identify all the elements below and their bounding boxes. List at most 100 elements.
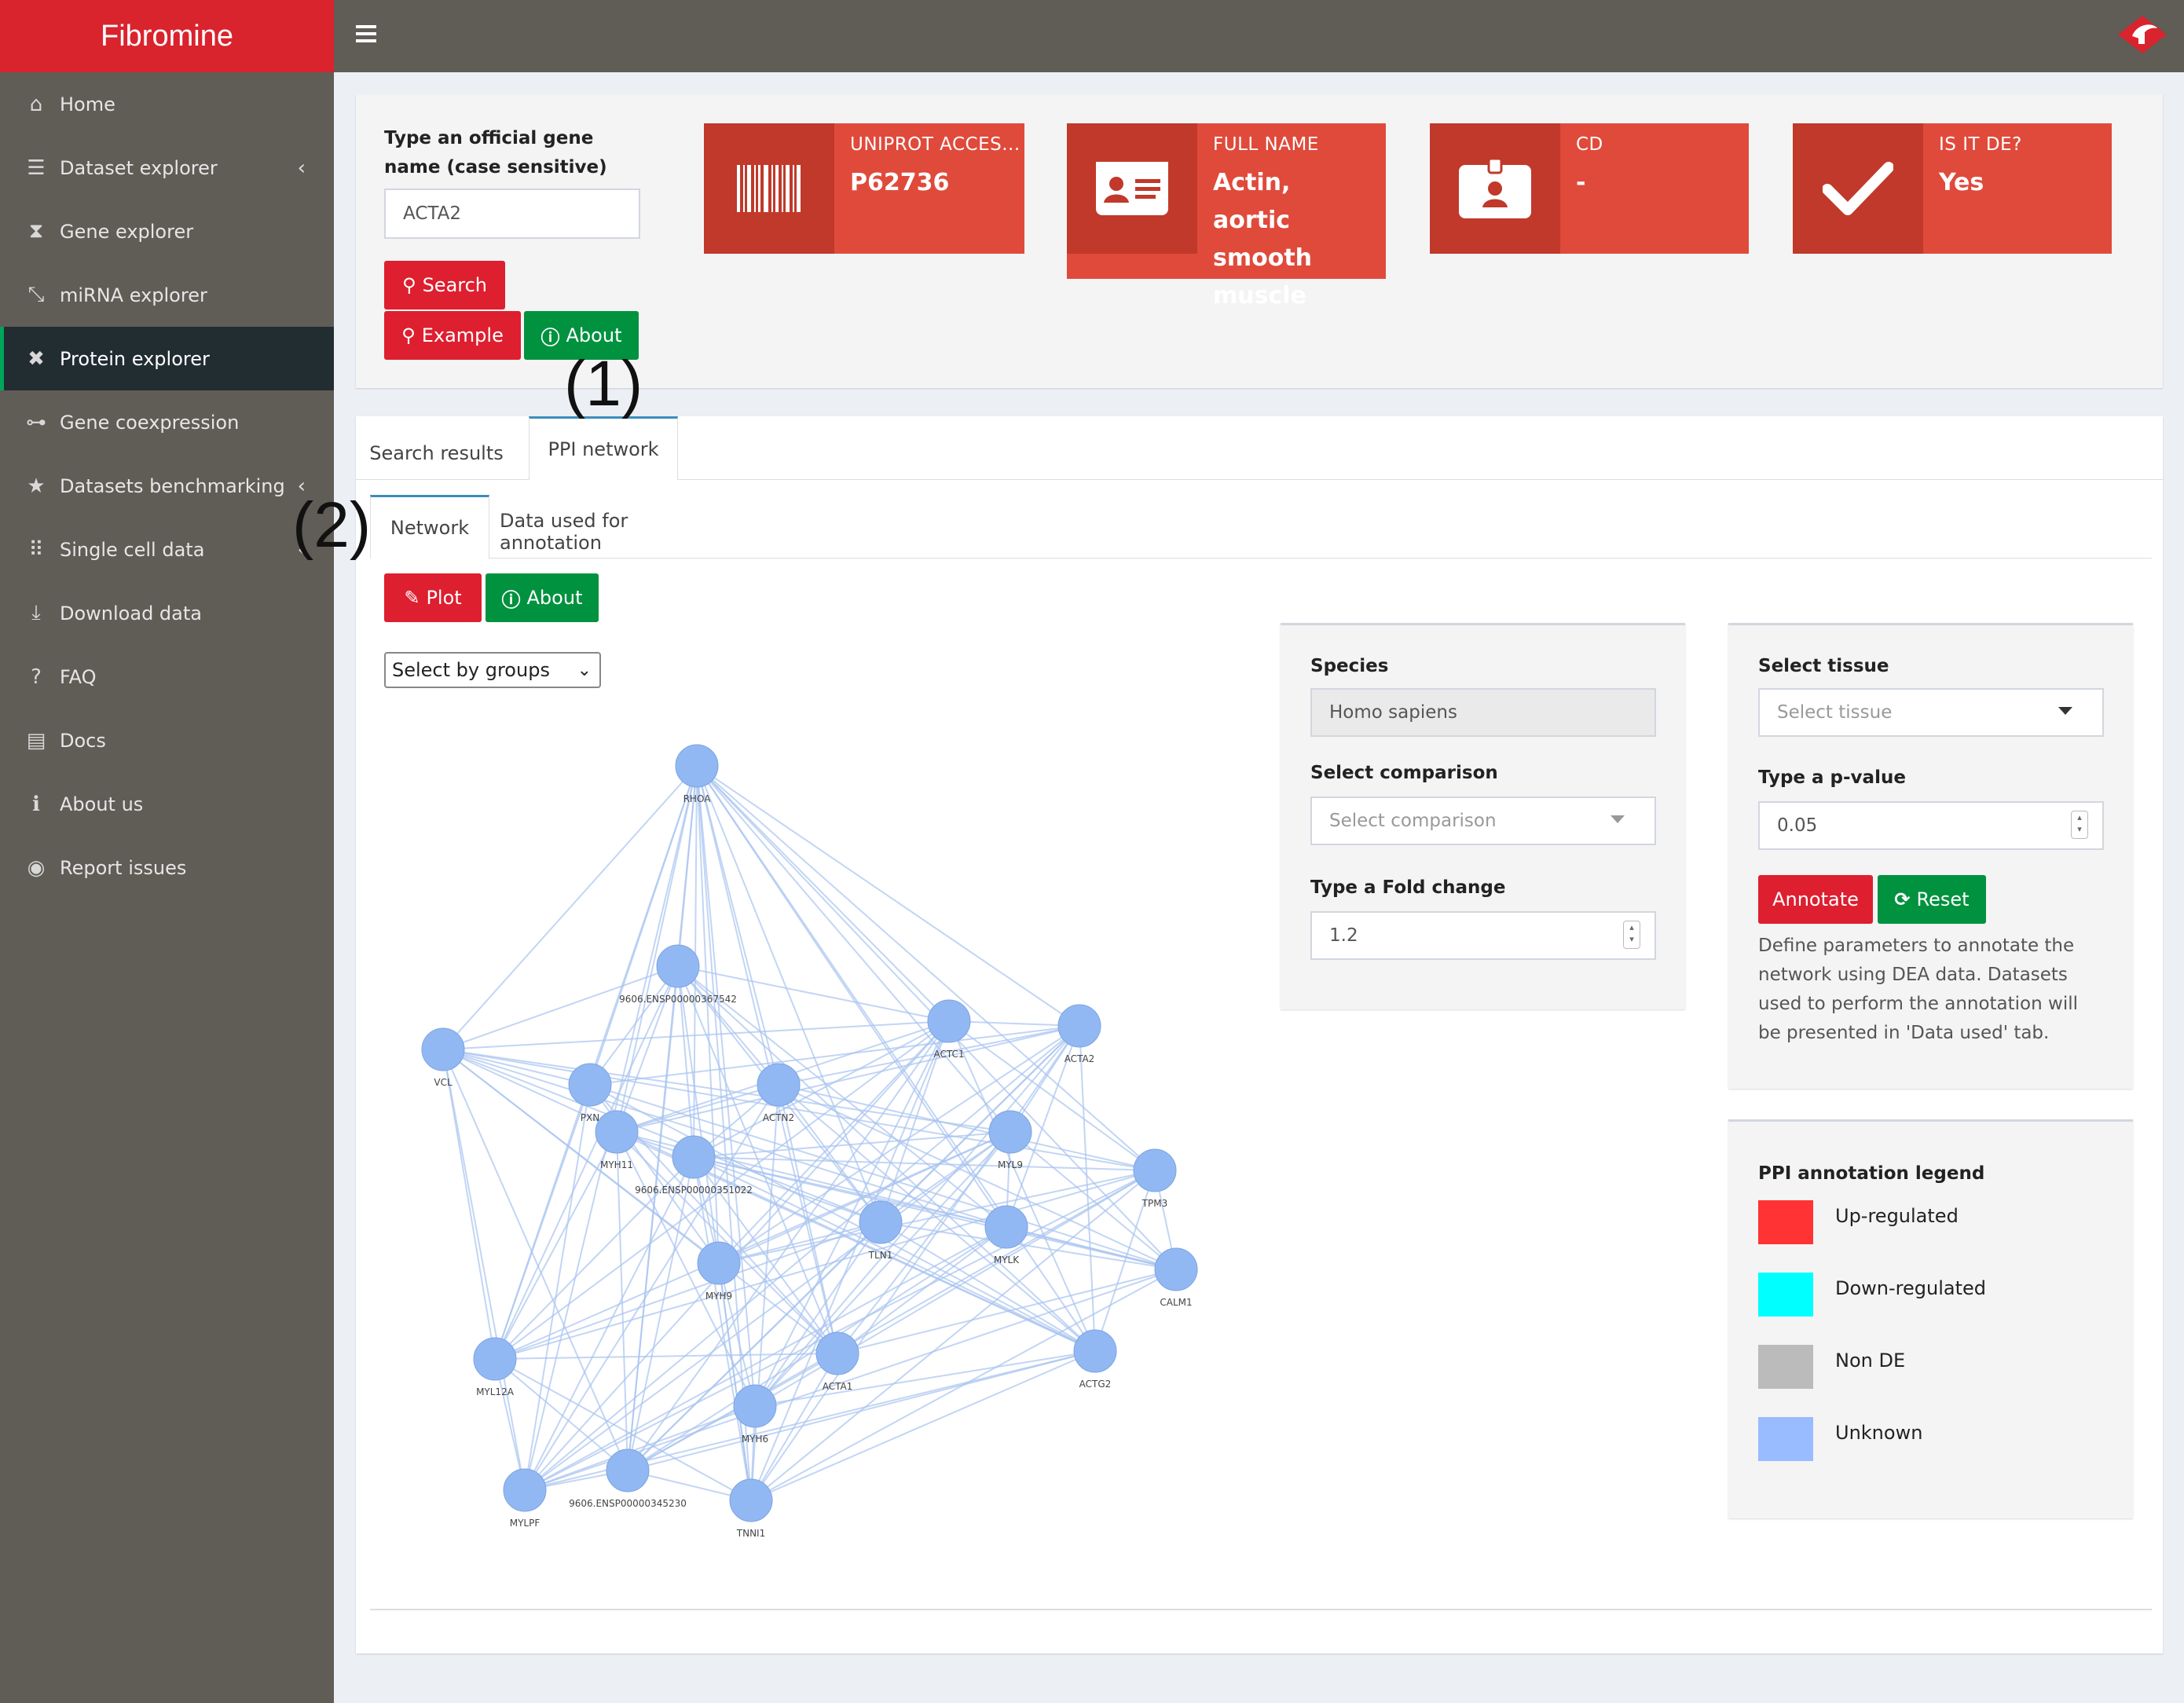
annotation-parameter-panel: Select tissue Select tissue Type a p-val… (1728, 623, 2133, 1089)
network-node[interactable]: MYLPF (503, 1468, 547, 1529)
network-node-circle[interactable] (1133, 1148, 1177, 1192)
network-node[interactable]: ACTN2 (757, 1063, 801, 1123)
network-edge (948, 1020, 1096, 1352)
network-node-circle[interactable] (859, 1200, 903, 1244)
network-edge (524, 1226, 1007, 1491)
network-node[interactable]: TPM3 (1133, 1148, 1177, 1209)
info-box-label: CD (1576, 134, 1603, 155)
legend-swatch-down (1758, 1273, 1813, 1317)
tab-search-results[interactable]: Search results (356, 427, 517, 479)
tab-ppi-network[interactable]: PPI network (529, 416, 678, 480)
network-node-label: MYH6 (742, 1434, 768, 1445)
number-spinner-icon[interactable]: ▴ ▾ (2071, 811, 2088, 839)
sidebar-item-home[interactable]: ⌂ Home (0, 72, 334, 136)
network-node-circle[interactable] (503, 1468, 547, 1512)
tissue-select[interactable]: Select tissue (1758, 688, 2104, 737)
network-edge (696, 765, 950, 1022)
sidebar-item-faq[interactable]: ? FAQ (0, 645, 334, 709)
network-node-circle[interactable] (421, 1027, 465, 1071)
network-node-circle[interactable] (606, 1448, 650, 1492)
app-logo[interactable]: Fibromine (0, 0, 334, 72)
network-node-circle[interactable] (473, 1337, 517, 1381)
sidebar-item-label: Docs (60, 729, 106, 752)
sidebar-item-report-issues[interactable]: ◉ Report issues (0, 836, 334, 899)
network-node-circle[interactable] (672, 1135, 716, 1179)
network-node[interactable]: ACTG2 (1073, 1329, 1117, 1390)
sidebar-item-protein-explorer[interactable]: ✖ Protein explorer (0, 327, 334, 390)
sidebar-item-dataset-explorer[interactable]: ☰ Dataset explorer ‹ (0, 136, 334, 200)
fold-change-input[interactable]: 1.2 ▴ ▾ (1310, 911, 1656, 960)
annotate-button[interactable]: Annotate (1758, 875, 1873, 924)
network-node-circle[interactable] (733, 1384, 777, 1428)
sidebar-item-docs[interactable]: ▤ Docs (0, 709, 334, 772)
mirna-icon: ⤡ (27, 283, 45, 306)
sidebar-item-download-data[interactable]: ⤓ Download data (0, 581, 334, 645)
network-node[interactable]: MYL12A (473, 1337, 517, 1397)
reset-button[interactable]: ⟳ Reset (1878, 875, 1986, 924)
network-node[interactable]: ACTC1 (927, 999, 971, 1060)
network-node[interactable]: VCL (421, 1027, 465, 1088)
sidebar-item-gene-coexpression[interactable]: ⊶ Gene coexpression (0, 390, 334, 454)
sidebar-item-about-us[interactable]: ℹ About us (0, 772, 334, 836)
network-node-circle[interactable] (729, 1478, 773, 1522)
info-box-full-name: FULL NAME Actin, aortic smooth muscle (1067, 123, 1386, 309)
network-node[interactable]: TLN1 (859, 1200, 903, 1261)
network-node-circle[interactable] (1057, 1004, 1101, 1048)
network-node-circle[interactable] (984, 1205, 1028, 1249)
sidebar-item-single-cell-data[interactable]: ⠿ Single cell data ‹ (0, 518, 334, 581)
search-button[interactable]: ⚲ Search (384, 261, 505, 309)
gene-name-input[interactable]: ACTA2 (384, 189, 640, 239)
fold-change-label: Type a Fold change (1310, 877, 1506, 898)
network-node[interactable]: ACTA1 (815, 1331, 859, 1392)
sidebar-item-gene-explorer[interactable]: ⧗ Gene explorer (0, 200, 334, 263)
comparison-select[interactable]: Select comparison (1310, 797, 1656, 845)
network-node-circle[interactable] (656, 944, 700, 988)
network-node-circle[interactable] (927, 999, 971, 1043)
network-about-button[interactable]: ⓘ About (486, 573, 599, 622)
chevron-down-icon (2058, 707, 2072, 715)
legend-swatch-up (1758, 1200, 1813, 1244)
network-node[interactable]: ACTA2 (1057, 1004, 1101, 1064)
network-node-label: 9606.ENSP00000345230 (569, 1498, 687, 1509)
network-node-circle[interactable] (675, 744, 719, 788)
network-node-circle[interactable] (1073, 1329, 1117, 1373)
example-button[interactable]: ⚲ Example (384, 311, 521, 360)
info-box-label: UNIPROT ACCES... (850, 134, 1021, 155)
ppi-network-graph[interactable]: RHOA 9606.ENSP00000367542 ACTC1 ACTA2 VCL PXN… (377, 707, 1273, 1555)
network-node[interactable]: MYL9 (988, 1110, 1032, 1170)
sidebar-item-datasets-benchmarking[interactable]: ★ Datasets benchmarking ‹ (0, 454, 334, 518)
network-node-label: CALM1 (1160, 1297, 1192, 1308)
hamburger-menu-icon[interactable] (356, 25, 376, 46)
network-node-circle[interactable] (1154, 1247, 1198, 1291)
group-select[interactable]: Select by groups ⌄ (384, 652, 601, 688)
network-node-circle[interactable] (815, 1331, 859, 1375)
legend-item-non-de: Non DE (1758, 1345, 1905, 1389)
network-node-circle[interactable] (988, 1110, 1032, 1154)
legend-title: PPI annotation legend (1758, 1163, 1985, 1184)
network-node[interactable]: TNNI1 (729, 1478, 773, 1539)
network-node[interactable]: RHOA (675, 744, 719, 804)
network-node[interactable]: CALM1 (1154, 1247, 1198, 1308)
network-node-label: PXN (581, 1112, 599, 1123)
annotation-marker-2: (2) (292, 489, 372, 561)
network-node-circle[interactable] (757, 1063, 801, 1107)
network-node-circle[interactable] (595, 1110, 639, 1154)
network-edge (442, 1020, 950, 1050)
network-edge (589, 965, 679, 1086)
tab-data-used[interactable]: Data used for annotation (500, 506, 735, 558)
pvalue-input[interactable]: 0.05 ▴ ▾ (1758, 801, 2104, 850)
sidebar-item-mirna-explorer[interactable]: ⤡ miRNA explorer (0, 263, 334, 327)
network-node-circle[interactable] (568, 1063, 612, 1107)
number-spinner-icon[interactable]: ▴ ▾ (1623, 921, 1640, 949)
network-node-circle[interactable] (697, 1241, 741, 1285)
network-edge (589, 1025, 1080, 1086)
barcode-icon (704, 123, 834, 254)
network-node[interactable]: MYH11 (595, 1110, 639, 1170)
network-node-label: VCL (434, 1077, 453, 1088)
info-circle-icon: ⓘ (501, 588, 521, 611)
brand-logo-icon[interactable] (2115, 13, 2170, 57)
sidebar-item-label: Home (60, 93, 115, 115)
network-node-label: MYH11 (600, 1159, 633, 1170)
plot-button[interactable]: ✎ Plot (384, 573, 482, 622)
tab-network[interactable]: Network (370, 495, 489, 559)
